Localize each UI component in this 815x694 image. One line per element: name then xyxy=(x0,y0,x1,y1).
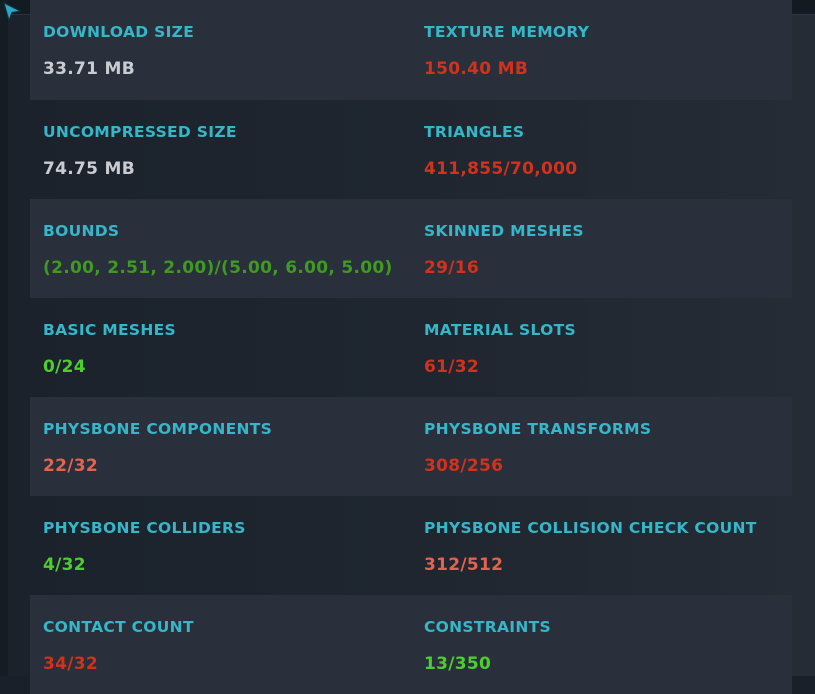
stat-value: 61/32 xyxy=(424,357,480,377)
stats-row-bounds-skinned: BOUNDS (2.00, 2.51, 2.00)/(5.00, 6.00, 5… xyxy=(30,199,792,298)
stat-value: 308/256 xyxy=(424,456,504,476)
stat-label: SKINNED MESHES xyxy=(424,222,584,240)
pointer-arrow-icon xyxy=(3,2,22,22)
stat-label: TEXTURE MEMORY xyxy=(424,23,590,41)
stat-label: TRIANGLES xyxy=(424,123,525,141)
stats-row-uncompressed-triangles: UNCOMPRESSED SIZE 74.75 MB TRIANGLES 411… xyxy=(30,100,792,199)
stat-value: 411,855/70,000 xyxy=(424,159,578,179)
stats-row-contact-constraints: CONTACT COUNT 34/32 CONSTRAINTS 13/350 xyxy=(30,595,792,694)
stats-panel: DOWNLOAD SIZE 33.71 MB TEXTURE MEMORY 15… xyxy=(30,0,792,694)
stat-label: MATERIAL SLOTS xyxy=(424,321,576,339)
stat-value: 74.75 MB xyxy=(43,159,135,179)
stat-value: 0/24 xyxy=(43,357,86,377)
stat-value: 34/32 xyxy=(43,654,99,674)
stat-value: 4/32 xyxy=(43,555,86,575)
stat-label: PHYSBONE COLLIDERS xyxy=(43,519,246,537)
stat-value: 29/16 xyxy=(424,258,480,278)
stat-label: CONTACT COUNT xyxy=(43,618,194,636)
stat-label: BASIC MESHES xyxy=(43,321,177,339)
stat-value: 33.71 MB xyxy=(43,59,135,79)
stat-value: 312/512 xyxy=(424,555,504,575)
stat-label: UNCOMPRESSED SIZE xyxy=(43,123,237,141)
stat-value: 150.40 MB xyxy=(424,59,529,79)
stat-label: PHYSBONE TRANSFORMS xyxy=(424,420,652,438)
stat-label: CONSTRAINTS xyxy=(424,618,551,636)
stats-row-basic-material: BASIC MESHES 0/24 MATERIAL SLOTS 61/32 xyxy=(30,298,792,397)
stats-row-physbone-colliders-checks: PHYSBONE COLLIDERS 4/32 PHYSBONE COLLISI… xyxy=(30,496,792,595)
stat-label: BOUNDS xyxy=(43,222,120,240)
stat-label: PHYSBONE COMPONENTS xyxy=(43,420,273,438)
stat-value: (2.00, 2.51, 2.00)/(5.00, 6.00, 5.00) xyxy=(43,258,393,278)
performance-stats-window: DOWNLOAD SIZE 33.71 MB TEXTURE MEMORY 15… xyxy=(0,0,815,694)
stat-value: 22/32 xyxy=(43,456,99,476)
stat-value: 13/350 xyxy=(424,654,492,674)
stats-row-download-texture: DOWNLOAD SIZE 33.71 MB TEXTURE MEMORY 15… xyxy=(30,0,792,100)
stat-label: PHYSBONE COLLISION CHECK COUNT xyxy=(424,519,757,537)
stats-row-physbone-components-transforms: PHYSBONE COMPONENTS 22/32 PHYSBONE TRANS… xyxy=(30,397,792,496)
left-edge-rail xyxy=(0,0,8,676)
stat-label: DOWNLOAD SIZE xyxy=(43,23,195,41)
